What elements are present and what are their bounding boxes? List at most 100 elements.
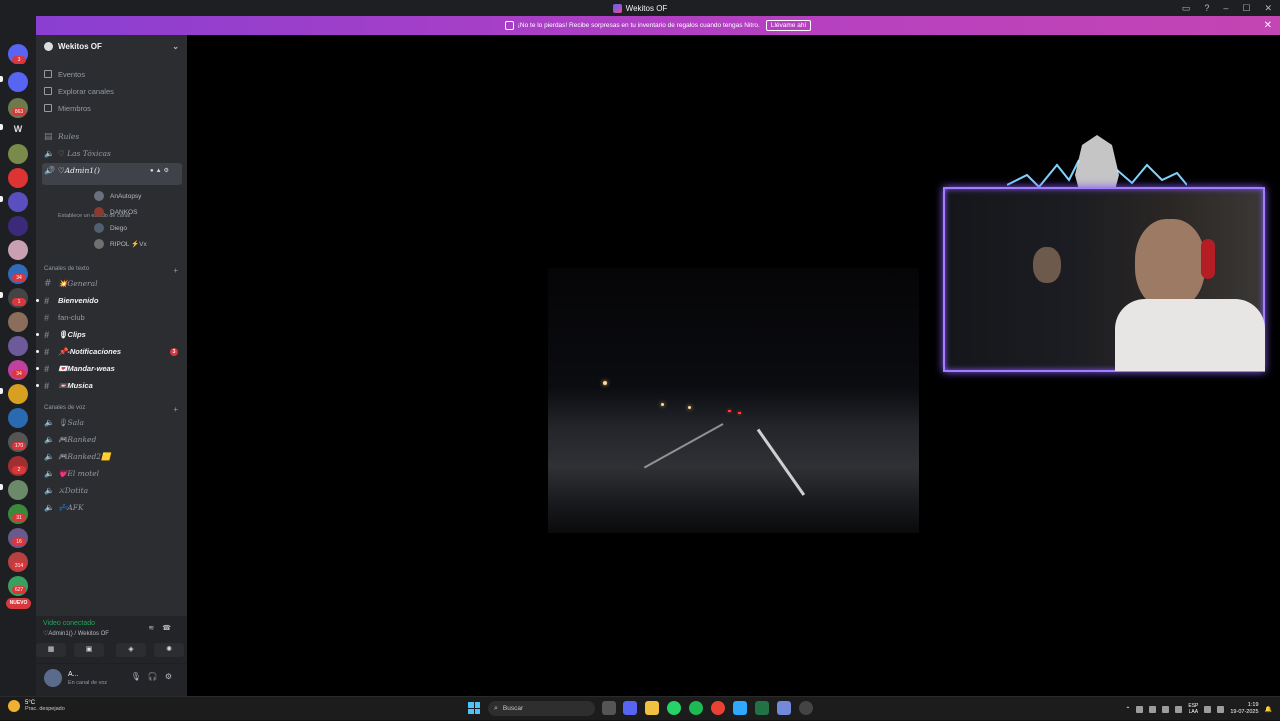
gear-icon[interactable]: ⚙ xyxy=(165,672,179,681)
microphone-icon[interactable]: 🎙 xyxy=(131,672,148,681)
photoshop-icon[interactable] xyxy=(733,701,747,715)
volume-icon[interactable] xyxy=(1217,705,1225,713)
voice-panel-actions: ≋☎ xyxy=(148,624,179,632)
server-icon[interactable] xyxy=(8,144,28,164)
voice-channel[interactable]: 🔈 🎮Ranked xyxy=(42,432,182,447)
tray-icon[interactable] xyxy=(1175,705,1183,713)
unread-badge: 863 xyxy=(12,108,26,116)
server-icon[interactable] xyxy=(8,192,28,212)
user-name[interactable]: A... xyxy=(68,671,79,678)
guild-header[interactable]: Wekitos OF ⌄ xyxy=(36,35,187,58)
headphones-icon[interactable]: 🎧 xyxy=(148,672,165,681)
gear-icon[interactable]: ⚙ xyxy=(164,168,171,174)
voice-channel[interactable]: 🔈 💗El motel xyxy=(42,466,182,481)
category-voice-channels[interactable]: Canales de voz + xyxy=(44,405,178,414)
server-icon[interactable] xyxy=(8,216,28,236)
disconnect-icon[interactable]: ☎ xyxy=(162,625,179,632)
window-title: Wekitos OF xyxy=(625,3,668,13)
stream-view[interactable] xyxy=(187,35,1280,696)
notification-icon[interactable]: 🔔 xyxy=(1265,706,1272,713)
server-icon[interactable] xyxy=(8,336,28,356)
tray-icon[interactable] xyxy=(1149,705,1157,713)
inbox-icon[interactable]: ▭ xyxy=(1182,3,1191,14)
dashcam-video xyxy=(548,268,919,533)
excel-icon[interactable] xyxy=(755,701,769,715)
server-icon[interactable] xyxy=(8,240,28,260)
add-channel-icon[interactable]: + xyxy=(173,266,178,275)
unread-badge: 627 xyxy=(12,586,26,594)
language-indicator[interactable]: ESP LAA xyxy=(1188,703,1198,715)
category-text-channels[interactable]: Canales de texto + xyxy=(44,266,178,275)
app-icon[interactable] xyxy=(777,701,791,715)
file-explorer-icon[interactable] xyxy=(645,701,659,715)
unread-dot xyxy=(36,299,39,302)
invite-icon[interactable]: ▲ xyxy=(156,168,164,174)
add-channel-icon[interactable]: + xyxy=(173,405,178,414)
screen-share-button[interactable]: ▣ xyxy=(74,643,104,657)
unread-badge: 170 xyxy=(12,442,26,450)
tray-icon[interactable] xyxy=(1136,705,1144,713)
whatsapp-icon[interactable] xyxy=(667,701,681,715)
nitro-cta-button[interactable]: Llévame ahí xyxy=(765,20,812,31)
text-channel[interactable]: # 📼Musica xyxy=(36,378,182,393)
network-icon[interactable] xyxy=(1204,705,1212,713)
banner-close-icon[interactable]: ✕ xyxy=(1264,20,1272,31)
windows-taskbar: 5°C Prac. despejado ⌕ Buscar ⌃ ESP LAA 1… xyxy=(0,696,1280,720)
voice-channel[interactable]: 🔈 ⚔Dotita xyxy=(42,483,182,498)
start-button[interactable] xyxy=(468,702,480,714)
mention-badge: 3 xyxy=(170,347,178,356)
noise-suppression-icon[interactable]: ≋ xyxy=(148,625,162,632)
server-icon[interactable] xyxy=(8,72,28,92)
channel-label: Bienvenido xyxy=(58,296,99,305)
server-icon[interactable] xyxy=(8,480,28,500)
server-icon[interactable] xyxy=(8,168,28,188)
chevron-up-icon[interactable]: ⌃ xyxy=(1125,706,1130,713)
nav-browse-channels[interactable]: Explorar canales xyxy=(44,84,114,98)
voice-status-title[interactable]: Video conectado xyxy=(43,620,95,627)
text-channel[interactable]: # 💌Mandar-weas xyxy=(36,361,182,376)
channel-rules[interactable]: ▤ Rules xyxy=(42,129,182,144)
server-icon[interactable]: W xyxy=(8,119,28,139)
server-icon[interactable] xyxy=(8,384,28,404)
text-channel[interactable]: # 🎙Clips xyxy=(36,327,182,342)
nav-events[interactable]: Eventos xyxy=(44,67,85,81)
text-channel[interactable]: # fan-club xyxy=(42,310,182,325)
spotify-icon[interactable] xyxy=(689,701,703,715)
speaker-icon: 🔈 xyxy=(44,469,54,478)
nav-members[interactable]: Miembros xyxy=(44,101,91,115)
voice-channel[interactable]: 🔈 💤AFK xyxy=(42,500,182,515)
text-channel[interactable]: # Bienvenido xyxy=(36,293,182,308)
task-view-icon[interactable] xyxy=(602,701,616,715)
tail-light xyxy=(738,412,741,414)
text-channel[interactable]: # 💥General xyxy=(42,276,182,291)
tray-icon[interactable] xyxy=(1162,705,1170,713)
obs-icon[interactable] xyxy=(799,701,813,715)
minimize-icon[interactable]: – xyxy=(1223,3,1228,13)
voice-channel-las-toxicas[interactable]: 🔈 ♡ Las Tóxicas xyxy=(42,146,182,161)
category-label: Canales de voz xyxy=(44,405,86,411)
activity-button[interactable]: ◈ xyxy=(116,643,146,657)
nav-events-label: Eventos xyxy=(58,69,86,79)
weather-widget[interactable]: 5°C Prac. despejado xyxy=(8,700,65,712)
voice-status-channel[interactable]: ♡Admin1() / Wekitos OF xyxy=(43,630,109,637)
text-channel[interactable]: # 📌-Notificaciones 3 xyxy=(36,344,182,359)
close-icon[interactable]: ✕ xyxy=(1264,3,1272,14)
chevron-down-icon[interactable]: ⌄ xyxy=(172,42,179,51)
avatar[interactable] xyxy=(44,669,62,687)
maximize-icon[interactable]: ☐ xyxy=(1242,3,1250,14)
server-icon[interactable] xyxy=(8,408,28,428)
taskbar-search[interactable]: ⌕ Buscar xyxy=(488,701,595,716)
hash-icon: # xyxy=(44,329,50,340)
calendar-icon xyxy=(44,70,52,78)
server-icon[interactable] xyxy=(8,312,28,332)
clock-date: 19-07-2025 xyxy=(1230,709,1259,715)
voice-channel[interactable]: 🔈 🎮Ranked2🟨 xyxy=(42,449,182,464)
streetlight xyxy=(603,381,607,385)
help-icon[interactable]: ? xyxy=(1204,3,1209,13)
voice-channel[interactable]: 🔈 🎙Sala xyxy=(42,415,182,430)
soundboard-button[interactable]: ✺ xyxy=(154,643,184,657)
chrome-icon[interactable] xyxy=(711,701,725,715)
camera-off-button[interactable]: ▦ xyxy=(36,643,66,657)
clock[interactable]: 1:19 19-07-2025 xyxy=(1230,702,1258,716)
discord-taskbar-icon[interactable] xyxy=(623,701,637,715)
